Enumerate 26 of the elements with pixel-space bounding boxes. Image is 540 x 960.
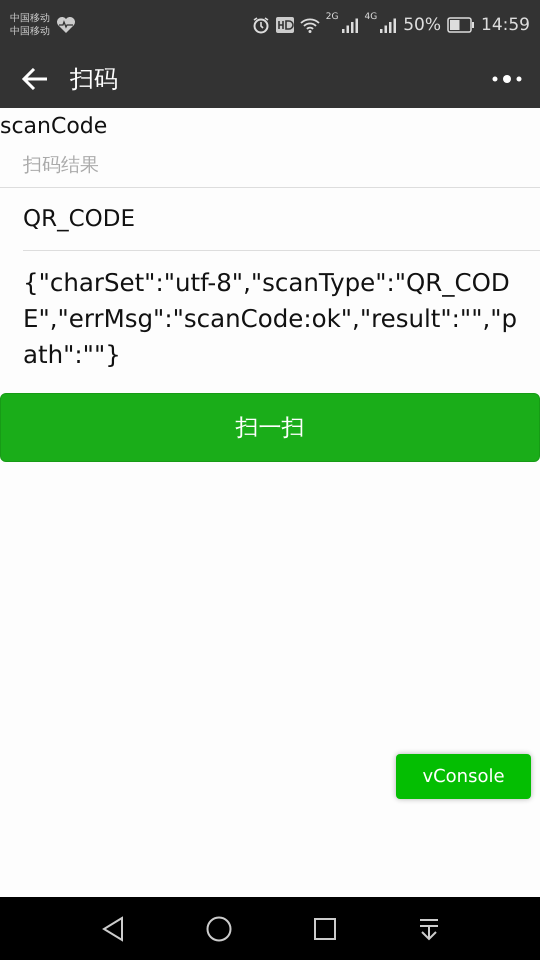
clock-time: 14:59 bbox=[481, 15, 530, 35]
input-field[interactable]: 扫码结果 bbox=[0, 144, 540, 188]
wifi-icon bbox=[300, 17, 320, 33]
signal-icon bbox=[379, 17, 398, 33]
page-title: 扫码 bbox=[70, 64, 118, 95]
section-title: scanCode bbox=[0, 113, 108, 141]
hd-icon bbox=[276, 17, 294, 33]
recents-icon[interactable] bbox=[312, 916, 336, 940]
scan-result-text: {"charSet":"utf-8","scanType":"QR_CODE","errMsg":"scanCode:ok","result":"","path":""} bbox=[22, 267, 518, 371]
scan-type-text: QR_CODE bbox=[23, 188, 540, 251]
alarm-icon bbox=[252, 16, 270, 34]
signal-icon bbox=[340, 17, 358, 33]
network-type-label: 2G bbox=[326, 12, 338, 22]
heart-rate-icon bbox=[56, 16, 76, 34]
back-arrow-icon[interactable] bbox=[22, 68, 48, 90]
carrier-name: 中国移动 bbox=[10, 12, 50, 25]
battery-icon bbox=[447, 17, 475, 33]
carrier-name: 中国移动 bbox=[10, 25, 50, 38]
scan-button[interactable]: 扫一扫 bbox=[0, 393, 540, 462]
back-icon[interactable] bbox=[100, 916, 124, 942]
vconsole-button[interactable]: vConsole bbox=[396, 754, 531, 799]
battery-percent: 50% bbox=[403, 15, 441, 35]
network-type-label: 4G bbox=[364, 12, 378, 22]
notification-shade-icon[interactable] bbox=[418, 916, 440, 940]
home-icon[interactable] bbox=[206, 916, 232, 942]
more-icon[interactable] bbox=[492, 74, 522, 84]
